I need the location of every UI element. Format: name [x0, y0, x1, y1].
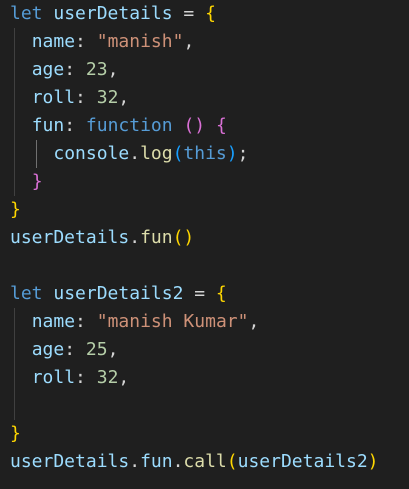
- code-token: {: [205, 3, 216, 24]
- indent-guide: [14, 308, 15, 336]
- code-token: .: [129, 451, 141, 472]
- code-token: :: [75, 367, 97, 388]
- code-token: .: [129, 143, 141, 164]
- indent-guide: [14, 364, 15, 392]
- code-token: 32: [96, 87, 119, 108]
- code-token: this: [183, 143, 227, 164]
- code-token: }: [10, 423, 21, 444]
- code-token: "manish Kumar": [96, 311, 249, 332]
- code-token: userDetails: [53, 3, 173, 24]
- code-token: {: [215, 115, 227, 136]
- code-editor[interactable]: let userDetails = { name: "manish", age:…: [0, 0, 409, 489]
- code-line[interactable]: age: 23,: [0, 56, 409, 84]
- code-line[interactable]: roll: 32,: [0, 84, 409, 112]
- code-line[interactable]: fun: function () {: [0, 112, 409, 140]
- code-line[interactable]: roll: 32,: [0, 364, 409, 392]
- code-token: roll: [31, 87, 76, 108]
- code-token: .: [129, 227, 141, 248]
- code-token: =: [172, 3, 206, 24]
- code-token: fun: [140, 451, 173, 472]
- indent-guide: [14, 56, 15, 84]
- indent-guide: [14, 336, 15, 364]
- code-token: ,: [118, 367, 130, 388]
- indent-guide: [14, 84, 15, 112]
- code-line[interactable]: [0, 252, 409, 280]
- code-token: ;: [237, 143, 249, 164]
- code-line[interactable]: name: "manish",: [0, 28, 409, 56]
- code-token: userDetails: [10, 451, 130, 472]
- indent-guide: [14, 168, 15, 196]
- code-token: =: [183, 283, 216, 304]
- code-line[interactable]: name: "manish Kumar",: [0, 308, 409, 336]
- code-token: :: [64, 59, 86, 80]
- code-token: name: [31, 31, 76, 52]
- code-token: ): [226, 143, 238, 164]
- code-token: log: [140, 143, 173, 164]
- code-line[interactable]: }: [0, 168, 409, 196]
- code-token: ,: [118, 87, 130, 108]
- code-token: "manish": [96, 31, 184, 52]
- code-token: ,: [183, 31, 195, 52]
- code-token: name: [31, 311, 76, 332]
- code-token: 23: [85, 59, 108, 80]
- indent-guide: [14, 392, 15, 420]
- code-line[interactable]: [0, 392, 409, 420]
- code-token: call: [183, 451, 227, 472]
- code-line[interactable]: console.log(this);: [0, 140, 409, 168]
- indent-guide: [35, 140, 37, 168]
- code-token: let: [10, 283, 43, 304]
- code-line[interactable]: }: [0, 420, 409, 448]
- code-token: }: [10, 199, 21, 220]
- code-line[interactable]: age: 25,: [0, 336, 409, 364]
- code-token: age: [31, 339, 65, 360]
- code-token: fun: [31, 115, 65, 136]
- code-token: 25: [85, 339, 108, 360]
- code-token: 32: [96, 367, 119, 388]
- code-token: userDetails2: [53, 283, 184, 304]
- code-token: (: [226, 451, 238, 472]
- code-token: {: [215, 283, 227, 304]
- code-token: console: [53, 143, 130, 164]
- indent-guide: [14, 112, 15, 140]
- indent-guide: [14, 28, 15, 56]
- code-token: userDetails: [10, 227, 130, 248]
- code-token: ,: [248, 311, 260, 332]
- code-token: :: [64, 339, 86, 360]
- code-token: function: [85, 115, 173, 136]
- code-line[interactable]: userDetails.fun.call(userDetails2): [0, 448, 409, 476]
- code-token: let: [10, 3, 43, 24]
- code-token: ,: [107, 59, 119, 80]
- code-token: userDetails2: [237, 451, 368, 472]
- code-token: :: [75, 87, 97, 108]
- code-token: :: [75, 31, 97, 52]
- code-token: ): [367, 451, 379, 472]
- code-token: (): [172, 227, 195, 248]
- code-token: }: [31, 171, 43, 192]
- indent-guide: [14, 140, 15, 168]
- code-line[interactable]: userDetails.fun(): [0, 224, 409, 252]
- code-line[interactable]: let userDetails = {: [0, 0, 409, 28]
- code-token: (: [172, 143, 184, 164]
- code-line[interactable]: let userDetails2 = {: [0, 280, 409, 308]
- code-token: (): [183, 115, 206, 136]
- code-token: :: [75, 311, 97, 332]
- code-token: roll: [31, 367, 76, 388]
- code-token: ,: [107, 339, 119, 360]
- code-token: :: [64, 115, 86, 136]
- code-token: fun: [140, 227, 173, 248]
- code-line[interactable]: }: [0, 196, 409, 224]
- code-token: .: [172, 451, 184, 472]
- code-token: age: [31, 59, 65, 80]
